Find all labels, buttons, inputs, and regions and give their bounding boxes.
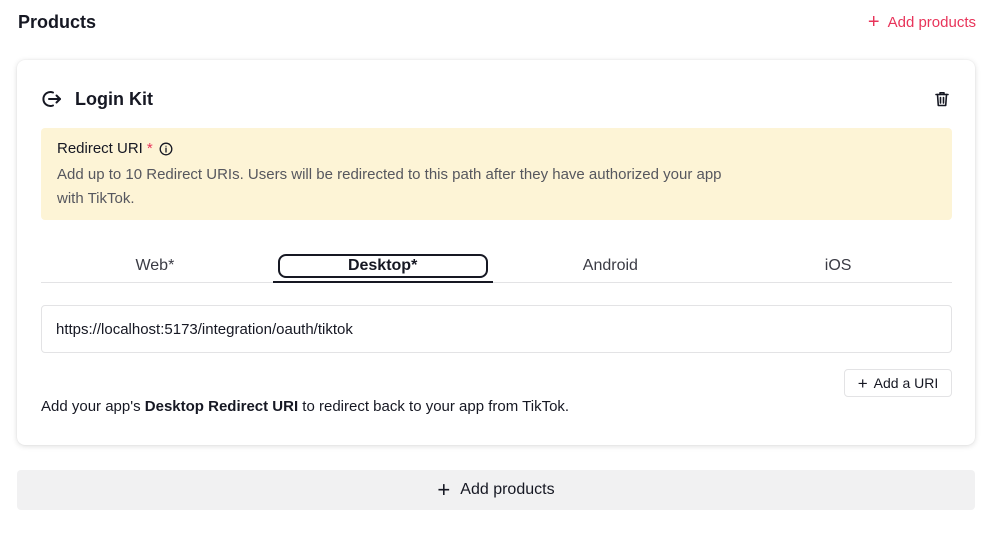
tab-label: Web* [135,257,175,274]
card-title-group: Login Kit [41,88,153,110]
notice-description: Add up to 10 Redirect URIs. Users will b… [57,166,722,207]
help-bold: Desktop Redirect URI [144,398,299,415]
help-prefix: Add your app's [41,398,145,415]
add-uri-label: Add a URI [873,375,939,391]
plus-icon: + [437,477,451,502]
help-text: Add your app's Desktop Redirect URI to r… [41,398,569,415]
trash-icon[interactable] [933,90,951,108]
redirect-uri-input[interactable] [41,305,952,353]
notice-title-row: Redirect URI * [57,140,936,157]
redirect-uri-notice: Redirect URI * Add up to 10 Redirect URI… [41,128,952,220]
notice-title: Redirect URI [57,140,143,157]
plus-icon: + [867,11,880,33]
tab-label: iOS [824,257,852,274]
add-products-label: Add products [460,481,555,498]
page-title: Products [18,11,97,32]
add-uri-button[interactable]: + Add a URI [844,369,952,397]
add-products-link[interactable]: + Add products [868,12,976,32]
required-mark: * [146,140,153,157]
card-title: Login Kit [75,88,153,109]
add-products-button[interactable]: + Add products [17,470,975,510]
tab-android[interactable]: Android [497,250,725,282]
tab-ios[interactable]: iOS [724,250,952,282]
login-kit-card: Login Kit Redirect URI * Add up to 10 Re… [17,60,975,445]
products-page: Products + Add products Login Kit Redire… [0,0,1000,541]
add-products-label: Add products [887,13,976,31]
platform-tabs: Web* Desktop* Android iOS [41,250,952,283]
plus-icon: + [857,373,868,393]
card-header: Login Kit [41,86,951,112]
info-icon[interactable] [159,142,173,156]
tab-desktop[interactable]: Desktop* [269,250,497,283]
help-suffix: to redirect back to your app from TikTok… [298,398,570,415]
tab-label: Desktop* [277,254,488,278]
login-arrow-icon [41,88,63,110]
tab-web[interactable]: Web* [41,250,269,282]
products-header: Products + Add products [18,8,976,36]
tab-label: Android [582,257,638,274]
